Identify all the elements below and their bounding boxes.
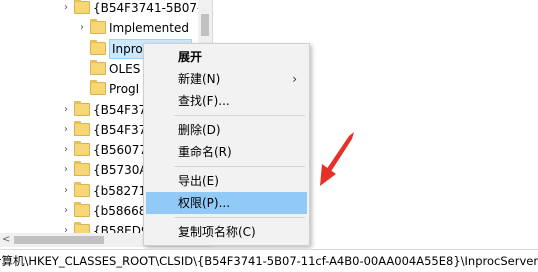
folder-icon — [74, 202, 90, 217]
folder-icon — [74, 222, 90, 233]
menu-item-label: 新建(N) — [178, 72, 221, 86]
expand-chevron-icon[interactable]: › — [60, 205, 72, 217]
menu-item-label: 导出(E) — [178, 174, 219, 188]
context-menu-item[interactable]: 导出(E) — [146, 170, 307, 192]
menu-separator — [174, 166, 305, 167]
folder-icon — [74, 0, 90, 14]
tree-item-label: Implemented — [109, 21, 189, 36]
context-menu-item[interactable]: 权限(P)... — [146, 192, 307, 214]
context-menu-item[interactable]: 删除(D) — [146, 119, 307, 141]
folder-icon — [74, 181, 90, 197]
menu-item-label: 重命名(R) — [178, 145, 232, 159]
folder-icon — [74, 141, 90, 157]
tree-item-label: {b58271 — [93, 183, 147, 198]
tree-item-label: {B54F3741-5B07- — [93, 1, 202, 15]
menu-item-label: 权限(P)... — [178, 196, 231, 210]
folder-icon — [74, 120, 90, 136]
context-menu-item[interactable]: 查找(F)... — [146, 90, 307, 112]
tree-item-label: OLES — [109, 61, 141, 76]
expand-chevron-icon[interactable]: › — [60, 144, 72, 156]
context-menu: 展开新建(N) › 查找(F)... 删除(D) 重命名(R) 导出(E) 权限(P)...… — [143, 43, 310, 246]
expand-chevron-icon[interactable]: › — [60, 225, 72, 233]
tree-item[interactable]: › Implemented — [0, 18, 198, 38]
tree-item-label: ProgI — [109, 82, 140, 97]
menu-separator — [174, 115, 305, 116]
context-menu-item[interactable]: 新建(N) › — [146, 68, 307, 90]
expand-chevron-icon[interactable]: › — [60, 104, 72, 116]
menu-item-label: 删除(D) — [178, 123, 221, 137]
expand-chevron-icon[interactable]: › — [60, 2, 72, 14]
context-menu-item[interactable]: 展开 — [146, 46, 307, 68]
status-path: 计算机\HKEY_CLASSES_ROOT\CLSID\{B54F3741-5B… — [0, 254, 538, 268]
expand-chevron-icon[interactable]: › — [60, 164, 72, 176]
context-menu-item[interactable]: 重命名(R) — [146, 141, 307, 163]
folder-icon — [90, 19, 106, 35]
expand-chevron-icon[interactable]: › — [60, 185, 72, 197]
annotation-arrow-icon — [320, 132, 354, 186]
tree-item-label: {B56077 — [93, 143, 148, 158]
menu-item-label: 展开 — [178, 50, 203, 64]
tree-item[interactable]: › {B54F3741-5B07- — [0, 0, 202, 18]
tree-item-label: {b58668 — [93, 204, 147, 218]
menu-item-label: 查找(F)... — [178, 94, 230, 108]
menu-separator — [174, 217, 305, 218]
folder-icon — [74, 100, 90, 116]
expand-chevron-icon[interactable]: › — [60, 124, 72, 136]
submenu-arrow-icon: › — [292, 72, 297, 86]
vertical-scroll-thumb[interactable] — [201, 14, 209, 36]
status-bar: 计算机\HKEY_CLASSES_ROOT\CLSID\{B54F3741-5B… — [0, 249, 538, 272]
folder-icon — [90, 39, 106, 55]
context-menu-item[interactable]: 复制项名称(C) — [146, 221, 307, 243]
tree-item-label: {B58ED9 — [93, 224, 149, 233]
tree-item-label: {B5730A — [93, 163, 148, 178]
folder-icon — [74, 161, 90, 177]
folder-icon — [90, 59, 106, 75]
expand-chevron-icon[interactable]: › — [76, 22, 88, 34]
menu-item-label: 复制项名称(C) — [178, 225, 256, 239]
scroll-left-icon[interactable]: < — [2, 233, 12, 247]
horizontal-scroll-thumb[interactable] — [14, 236, 104, 244]
folder-icon — [90, 80, 106, 96]
